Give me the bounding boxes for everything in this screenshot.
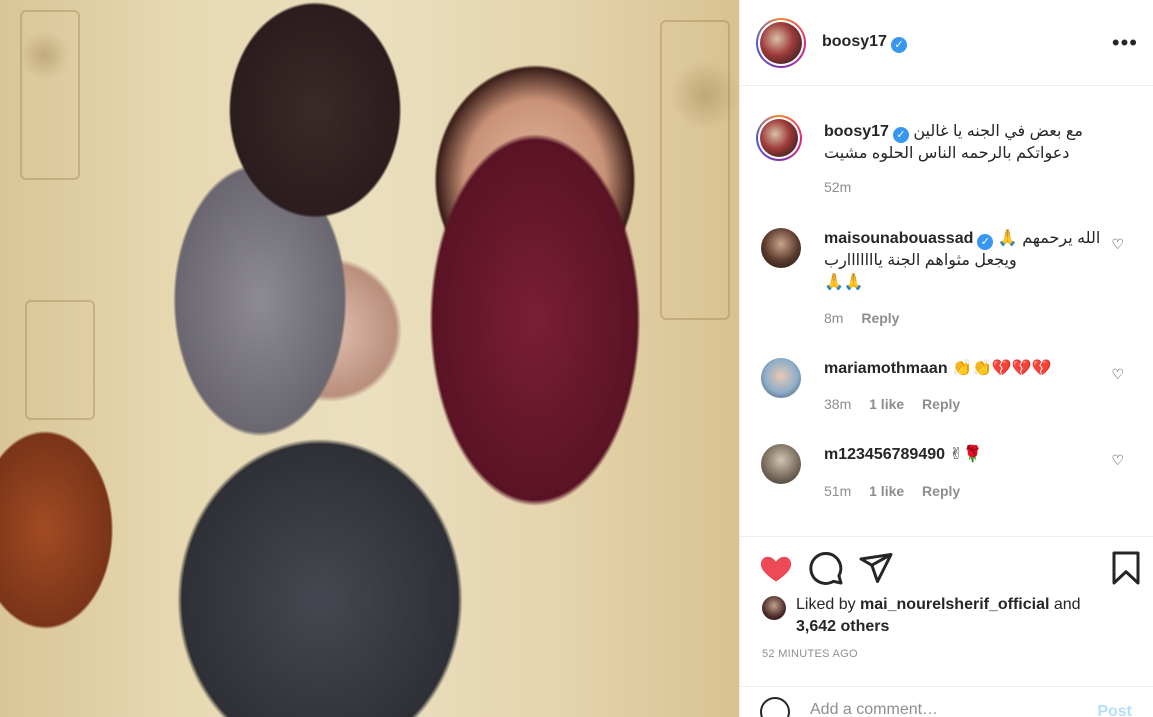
action-bar (740, 538, 1153, 598)
comment-icon[interactable] (808, 550, 844, 586)
reply-button[interactable]: Reply (922, 396, 960, 412)
caption-line-1: مع بعض في الجنه يا غالين (913, 123, 1083, 140)
comment-like-heart-icon[interactable]: ♡ (1111, 452, 1124, 469)
comment-username[interactable]: maisounabouassad (824, 230, 973, 247)
comment-line-1: الله يرحمهم 🙏 (997, 230, 1101, 247)
bookmark-icon[interactable] (1108, 550, 1144, 586)
heart-filled-icon[interactable] (758, 550, 794, 586)
caption-line-2: دعواتكم بالرحمه الناس الحلوه مشيت (824, 145, 1070, 162)
reply-button[interactable]: Reply (861, 310, 899, 326)
likes-text: Liked by mai_nourelsherif_official and 3… (796, 594, 1140, 638)
caption-text: boosy17 ✓ مع بعض في الجنه يا غالين دعواتك… (824, 121, 1114, 165)
comment-time[interactable]: 51m (824, 483, 851, 499)
liked-by-user[interactable]: mai_nourelsherif_official (860, 596, 1049, 613)
comment-body: 👏👏💔💔💔 (952, 360, 1052, 377)
verified-badge-icon: ✓ (892, 127, 909, 143)
comment-likes-count[interactable]: 1 like (869, 396, 904, 412)
add-comment-bar: Post (740, 686, 1153, 717)
comment-like-heart-icon[interactable]: ♡ (1111, 366, 1124, 383)
comment-meta: 8m Reply (824, 310, 913, 326)
comment-like-heart-icon[interactable]: ♡ (1111, 236, 1124, 253)
author-username[interactable]: boosy17 (822, 33, 887, 50)
wall-ornament (20, 30, 70, 80)
send-icon[interactable] (858, 550, 894, 586)
comments-list: boosy17 ✓ مع بعض في الجنه يا غالين دعواتك… (740, 87, 1153, 537)
post-header: boosy17 ✓ ••• (740, 0, 1153, 86)
comment-time[interactable]: 8m (824, 310, 843, 326)
likes-prefix: Liked by (796, 596, 861, 613)
reply-button[interactable]: Reply (922, 483, 960, 499)
caption-username[interactable]: boosy17 (824, 123, 889, 140)
likes-and: and (1049, 596, 1081, 613)
wall-panel (25, 300, 95, 420)
comment-input[interactable] (810, 701, 1070, 717)
likes-summary: Liked by mai_nourelsherif_official and 3… (760, 594, 1140, 638)
post-side-panel: boosy17 ✓ ••• boosy17 ✓ مع بعض في الجنه يا… (739, 0, 1153, 717)
wall-ornament (670, 60, 739, 130)
comment-text: mariamothmaan 👏👏💔💔💔 (824, 358, 1114, 380)
comment-username[interactable]: mariamothmaan (824, 360, 948, 377)
commenter-avatar[interactable] (761, 358, 801, 398)
comment-likes-count[interactable]: 1 like (869, 483, 904, 499)
more-options-icon[interactable]: ••• (1112, 30, 1138, 56)
comment-time[interactable]: 38m (824, 396, 851, 412)
commenter-avatar[interactable] (761, 228, 801, 268)
post-comment-button[interactable]: Post (1097, 703, 1132, 717)
likes-others-count[interactable]: 3,642 others (796, 618, 889, 635)
liker-avatar[interactable] (762, 596, 786, 620)
comment-line-2: ويجعل مثواهم الجنة يااااااارب (824, 252, 1017, 269)
caption-time[interactable]: 52m (824, 179, 851, 195)
post-photo[interactable] (0, 0, 739, 717)
comment-meta: 51m 1 like Reply (824, 483, 974, 499)
emoji-icon[interactable] (760, 697, 790, 717)
comment-line-3: 🙏🙏 (824, 274, 864, 291)
author-name-row: boosy17 ✓ (822, 33, 907, 53)
comment-text: maisounabouassad ✓ الله يرحمهم 🙏 ويجعل مث… (824, 228, 1114, 294)
author-avatar[interactable] (756, 18, 806, 68)
comment-meta: 38m 1 like Reply (824, 396, 974, 412)
verified-badge-icon: ✓ (890, 37, 907, 53)
verified-badge-icon: ✓ (977, 234, 994, 250)
author-avatar[interactable] (756, 115, 802, 161)
comment-text: m123456789490 ✌🌹 (824, 444, 1114, 466)
commenter-avatar[interactable] (761, 444, 801, 484)
comment-username[interactable]: m123456789490 (824, 446, 945, 463)
caption-meta: 52m (824, 179, 865, 195)
post-timestamp[interactable]: 52 MINUTES AGO (762, 648, 858, 660)
comment-body: ✌🌹 (949, 446, 983, 463)
